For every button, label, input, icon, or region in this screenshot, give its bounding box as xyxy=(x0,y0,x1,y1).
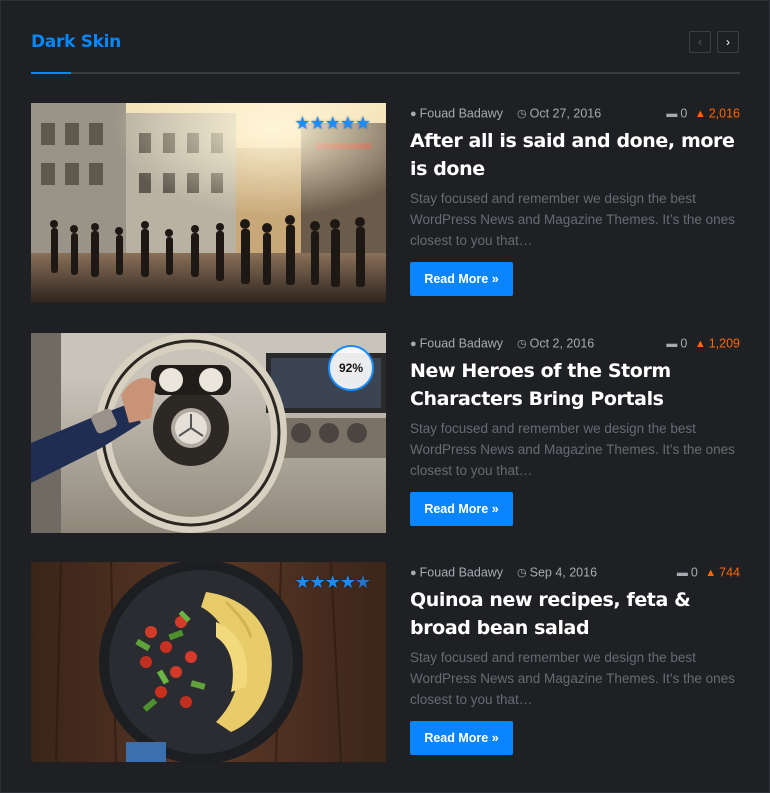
post-title[interactable]: Quinoa new recipes, feta & broad bean sa… xyxy=(410,586,740,642)
read-more-button[interactable]: Read More » xyxy=(410,262,513,296)
post-meta: ● Fouad Badawy ◷ Oct 27, 2016 ▬ 0 ▲ 2,016 xyxy=(410,106,740,124)
post-author[interactable]: ● Fouad Badawy xyxy=(410,106,503,121)
post-thumbnail[interactable]: ★★★★★ xyxy=(31,562,386,762)
views-count: ▲ 1,209 xyxy=(694,337,740,352)
post-stats: ▬ 0 ▲ 744 xyxy=(677,565,740,580)
views-count: ▲ 744 xyxy=(705,566,740,581)
post-stats: ▬ 0 ▲ 1,209 xyxy=(666,336,740,351)
post-excerpt: Stay focused and remember we design the … xyxy=(410,650,735,707)
comment-count[interactable]: 0 xyxy=(680,107,687,121)
post-title[interactable]: New Heroes of the Storm Characters Bring… xyxy=(410,357,740,413)
fire-icon: ▲ xyxy=(694,338,706,351)
user-icon: ● xyxy=(410,566,417,579)
comment-icon: ▬ xyxy=(666,107,678,120)
views-count: ▲ 2,016 xyxy=(694,107,740,122)
post-item: ★★★★★ ● Fouad Badawy ◷ Oct 27, 2016 ▬ 0 ▲ 2,… xyxy=(31,103,740,303)
comment-count[interactable]: 0 xyxy=(691,566,698,580)
chevron-right-icon: › xyxy=(726,35,730,49)
fire-icon: ▲ xyxy=(705,567,717,580)
prev-button[interactable]: ‹ xyxy=(689,31,711,53)
post-title[interactable]: After all is said and done, more is done xyxy=(410,127,740,183)
widget-title: Dark Skin xyxy=(31,32,121,52)
post-stats: ▬ 0 ▲ 2,016 xyxy=(666,106,740,121)
post-item: ★★★★★ ● Fouad Badawy ◷ Sep 4, 2016 ▬ 0 ▲ 744… xyxy=(31,562,740,762)
dark-skin-widget: Dark Skin ‹ › ★★★★★ ● Fouad Badawy ◷ Oct… xyxy=(0,0,770,793)
comment-count[interactable]: 0 xyxy=(680,337,687,351)
rating-stars: ★★★★★ xyxy=(294,113,371,133)
post-meta: ● Fouad Badawy ◷ Sep 4, 2016 ▬ 0 ▲ 744 xyxy=(410,565,740,583)
post-date: ◷ Oct 27, 2016 xyxy=(517,106,602,121)
fire-icon: ▲ xyxy=(694,108,706,121)
post-thumbnail[interactable]: 92% xyxy=(31,333,386,533)
post-excerpt: Stay focused and remember we design the … xyxy=(410,191,735,248)
widget-header: Dark Skin ‹ › xyxy=(31,31,740,75)
clock-icon: ◷ xyxy=(517,108,527,121)
post-item: 92% ● Fouad Badawy ◷ Oct 2, 2016 ▬ 0 ▲ 1,209… xyxy=(31,333,740,533)
user-icon: ● xyxy=(410,107,417,120)
read-more-button[interactable]: Read More » xyxy=(410,492,513,526)
comment-icon: ▬ xyxy=(666,337,678,350)
post-date: ◷ Oct 2, 2016 xyxy=(517,336,595,351)
post-date: ◷ Sep 4, 2016 xyxy=(517,565,598,580)
comment-icon: ▬ xyxy=(676,566,688,579)
next-button[interactable]: › xyxy=(717,31,739,53)
header-divider-accent xyxy=(31,72,71,74)
post-excerpt: Stay focused and remember we design the … xyxy=(410,421,735,478)
header-divider xyxy=(31,72,740,74)
chevron-left-icon: ‹ xyxy=(698,35,702,49)
rating-percent: 92% xyxy=(328,345,374,391)
post-author[interactable]: ● Fouad Badawy xyxy=(410,565,503,580)
post-meta: ● Fouad Badawy ◷ Oct 2, 2016 ▬ 0 ▲ 1,209 xyxy=(410,336,740,354)
clock-icon: ◷ xyxy=(517,338,527,351)
read-more-button[interactable]: Read More » xyxy=(410,721,513,755)
clock-icon: ◷ xyxy=(517,567,527,580)
rating-stars: ★★★★★ xyxy=(294,572,371,592)
post-thumbnail[interactable]: ★★★★★ xyxy=(31,103,386,303)
user-icon: ● xyxy=(410,337,417,350)
post-author[interactable]: ● Fouad Badawy xyxy=(410,336,503,351)
